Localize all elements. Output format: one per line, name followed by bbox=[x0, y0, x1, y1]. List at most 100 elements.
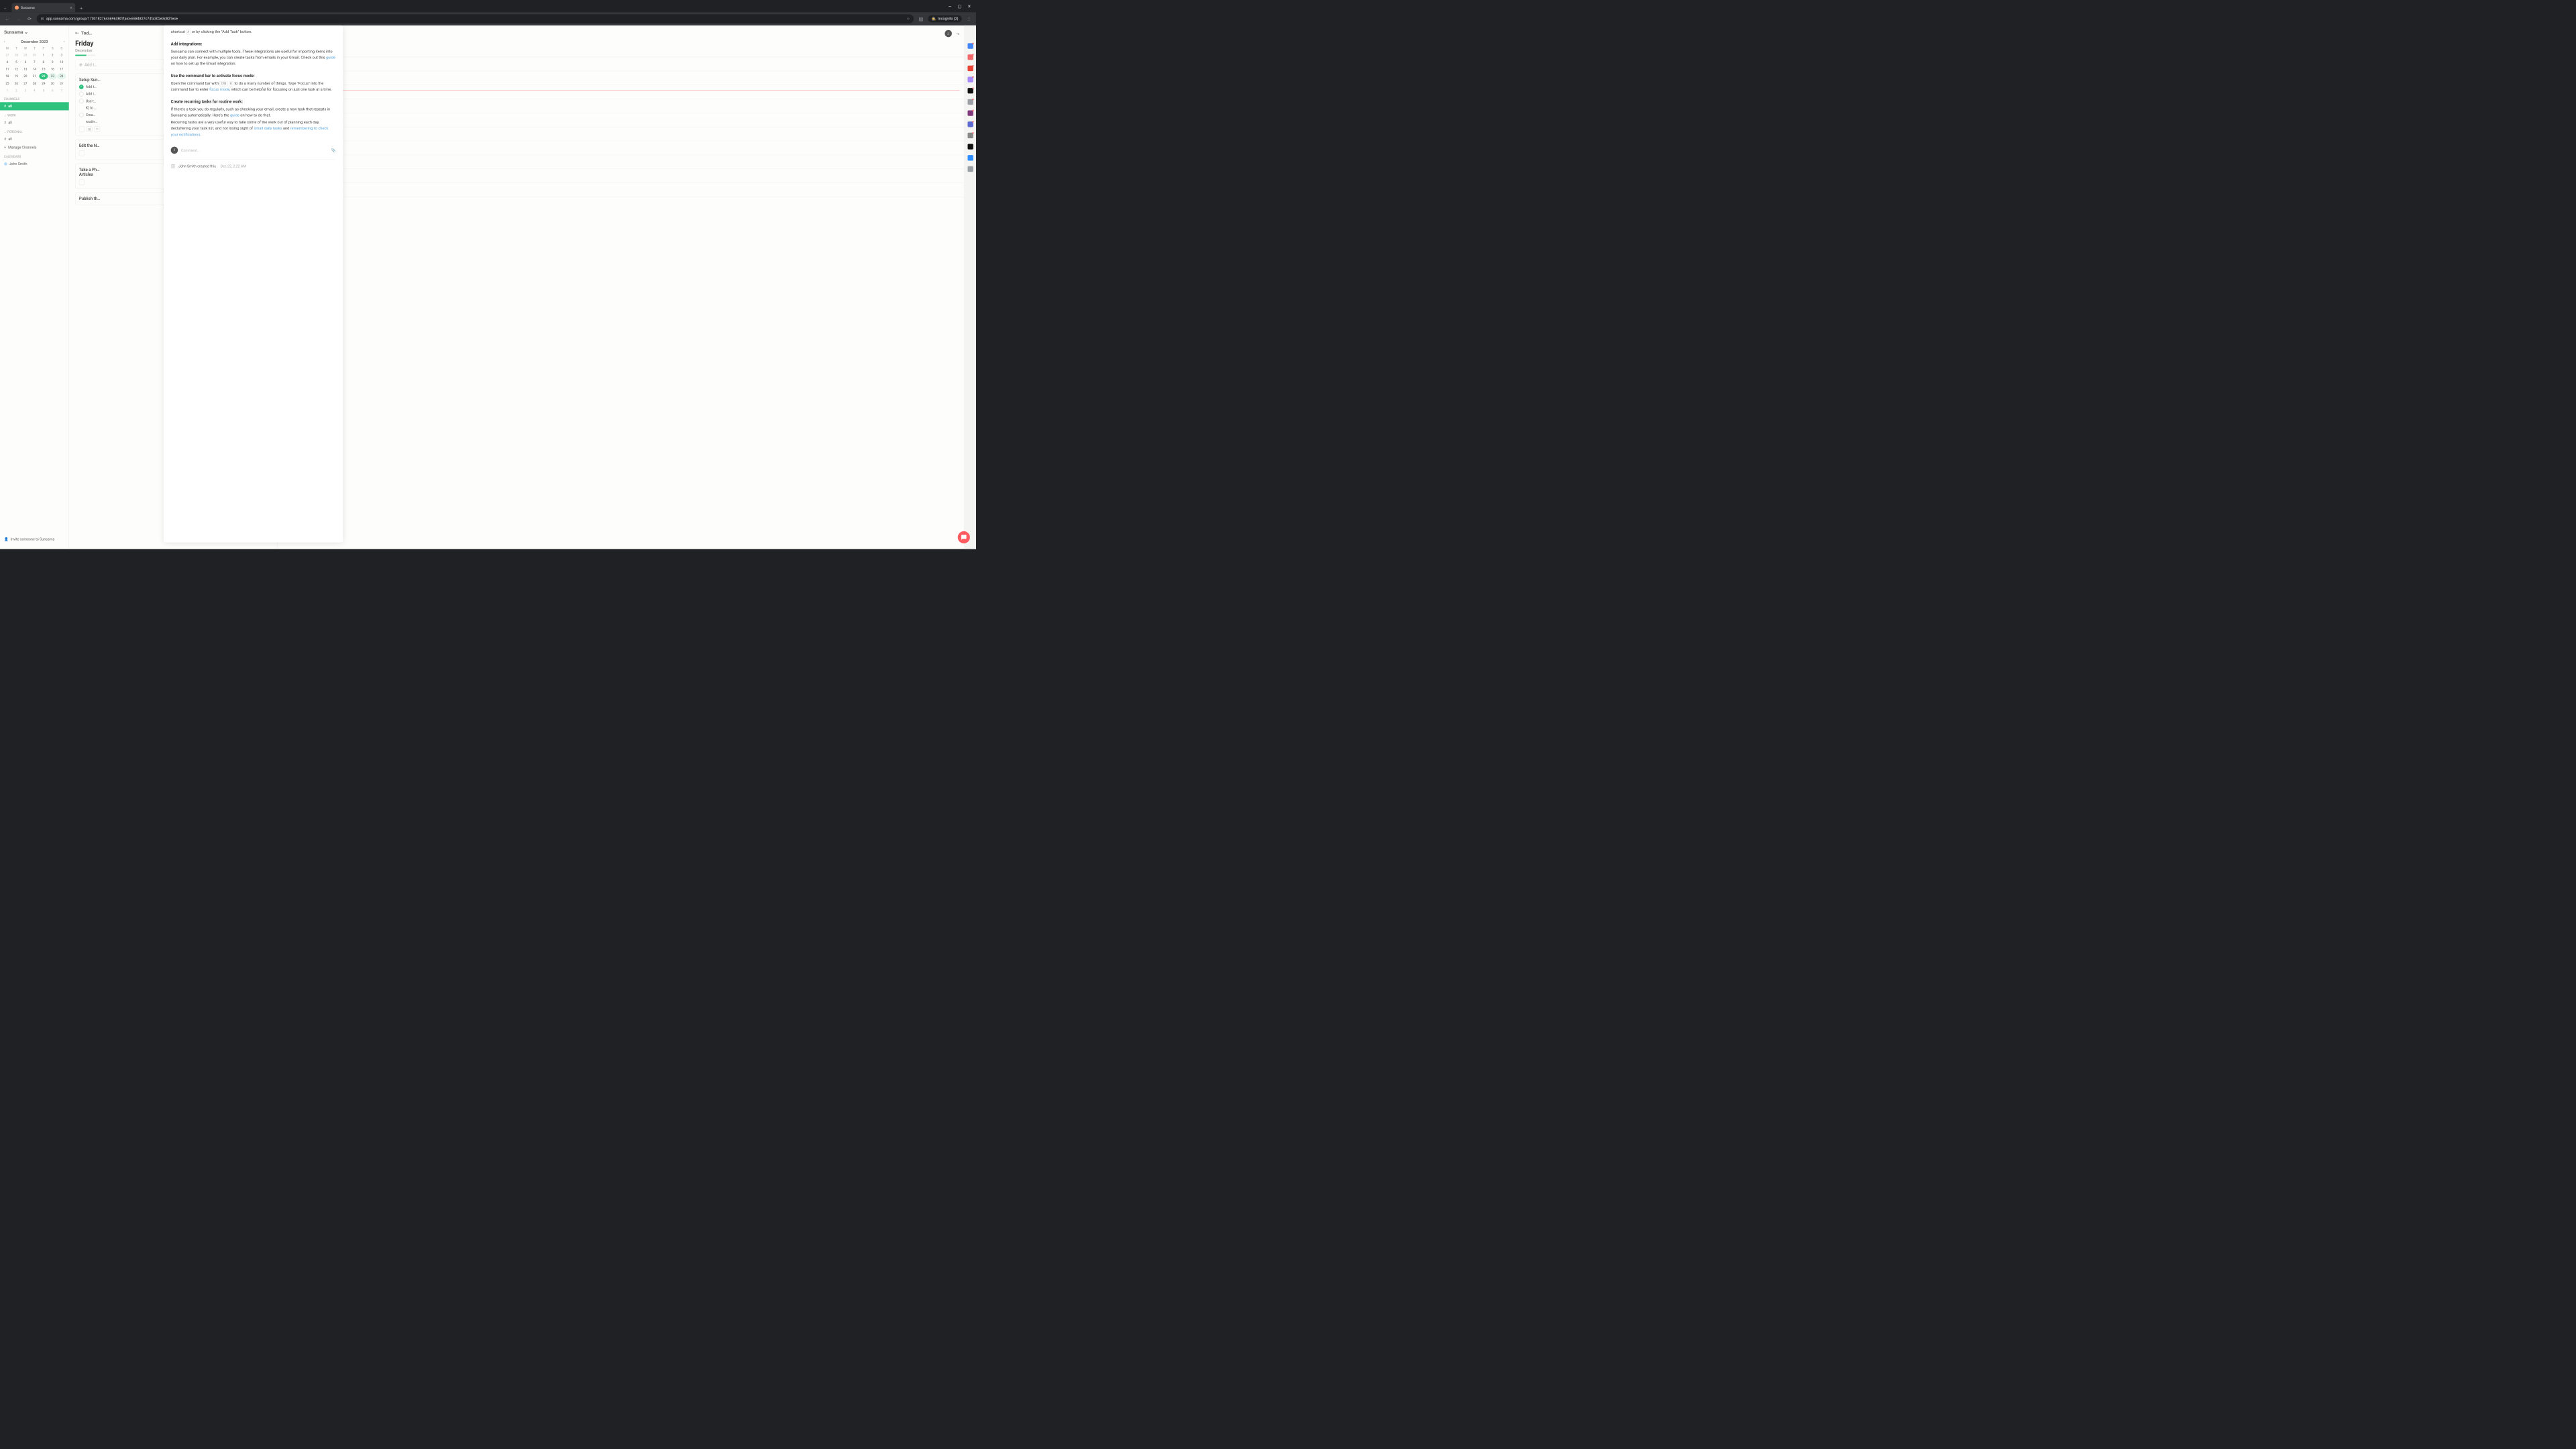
calendar-day[interactable]: 27 bbox=[21, 80, 30, 87]
zoom-integration-icon[interactable] bbox=[967, 155, 973, 160]
guide-link-gmail[interactable]: guide bbox=[326, 55, 335, 60]
reload-button[interactable]: ⟳ bbox=[25, 15, 34, 23]
comment-input[interactable]: Comment... bbox=[181, 147, 328, 153]
complete-toggle[interactable] bbox=[79, 126, 85, 131]
calendar-day[interactable]: 12 bbox=[12, 66, 21, 72]
linear-integration-icon[interactable] bbox=[967, 121, 973, 127]
focus-mode-link[interactable]: focus mode bbox=[209, 87, 229, 92]
calendar-john-smith[interactable]: John Smith bbox=[0, 160, 69, 168]
calendar-day[interactable]: 16 bbox=[48, 66, 57, 72]
subtask-checkbox[interactable] bbox=[79, 92, 84, 97]
reader-icon[interactable]: ▤ bbox=[917, 15, 925, 23]
channel-work-all[interactable]: #all bbox=[0, 119, 69, 127]
calendar-day[interactable]: 21 bbox=[30, 73, 39, 80]
calendar-day[interactable]: 29 bbox=[39, 80, 48, 87]
calendar-day[interactable]: 28 bbox=[12, 52, 21, 58]
channel-all[interactable]: #all bbox=[0, 102, 69, 110]
tab-search-dropdown[interactable]: ⌄ bbox=[0, 3, 10, 13]
calendar-day[interactable]: 2 bbox=[12, 87, 21, 94]
close-tab-icon[interactable]: × bbox=[70, 5, 72, 10]
small-daily-tasks-link[interactable]: small daily tasks bbox=[254, 126, 282, 131]
calendar-day[interactable]: 30 bbox=[30, 52, 39, 58]
calendar-day[interactable]: 10 bbox=[57, 59, 66, 66]
channel-personal-all[interactable]: #all bbox=[0, 136, 69, 144]
calendar-timeline[interactable]: 12 AM1 AM2 AM3 AM4 AM5 AM6 AM7 AM8 AM9 A… bbox=[278, 57, 964, 211]
calendar-day[interactable]: 22 bbox=[39, 73, 48, 80]
clock-integration-icon[interactable] bbox=[967, 76, 973, 82]
address-bar[interactable]: ⊟ app.sunsama.com/group/1703182764469638… bbox=[37, 14, 914, 23]
forward-button[interactable]: → bbox=[14, 15, 22, 23]
channel-chip-icon[interactable]: ⬭ bbox=[95, 126, 100, 131]
calendar-day[interactable]: 7 bbox=[30, 59, 39, 66]
calendar-day[interactable]: 14 bbox=[30, 66, 39, 72]
calendar-day[interactable]: 9 bbox=[48, 59, 57, 66]
bookmark-icon[interactable]: ☆ bbox=[906, 17, 910, 21]
github-integration-icon[interactable] bbox=[967, 144, 973, 149]
calendar-day[interactable]: 4 bbox=[3, 59, 12, 66]
calendar-day[interactable]: 26 bbox=[12, 80, 21, 87]
new-tab-button[interactable]: + bbox=[77, 4, 85, 12]
guide-link-recurring[interactable]: guide bbox=[230, 113, 239, 117]
schedule-icon[interactable]: ▦ bbox=[87, 126, 92, 131]
today-label[interactable]: Tod… bbox=[81, 30, 92, 36]
browser-tab[interactable]: Sunsama × bbox=[11, 3, 75, 13]
calendar-day[interactable]: 5 bbox=[39, 87, 48, 94]
calendar-day[interactable]: 3 bbox=[57, 52, 66, 58]
calendar-day[interactable]: 3 bbox=[21, 87, 30, 94]
calendar-day[interactable]: 30 bbox=[48, 80, 57, 87]
asana-integration-icon[interactable] bbox=[967, 54, 973, 60]
calendar-day[interactable]: 19 bbox=[12, 73, 21, 80]
calendar-day[interactable]: 4 bbox=[30, 87, 39, 94]
calendar-day[interactable]: 17 bbox=[57, 66, 66, 72]
calendar-day[interactable]: 1 bbox=[3, 87, 12, 94]
maximize-icon[interactable]: ▢ bbox=[957, 3, 961, 8]
next-month-button[interactable]: › bbox=[64, 40, 65, 44]
calendar-day[interactable]: 28 bbox=[30, 80, 39, 87]
personal-header[interactable]: ⌄PERSONAL bbox=[0, 127, 69, 136]
gcal-integration-icon[interactable] bbox=[967, 43, 973, 48]
calendar-day[interactable]: 15 bbox=[39, 66, 48, 72]
calendar-day[interactable]: 5 bbox=[12, 59, 21, 66]
calendar-day[interactable]: 7 bbox=[57, 87, 66, 94]
calendar-day[interactable]: 25 bbox=[3, 80, 12, 87]
calendar-day[interactable]: 11 bbox=[3, 66, 12, 72]
calendar-day[interactable]: 27 bbox=[3, 52, 12, 58]
database-integration-icon[interactable] bbox=[967, 99, 973, 105]
calendar-day[interactable]: 31 bbox=[57, 80, 66, 87]
subtask-checkbox[interactable] bbox=[79, 85, 84, 89]
intercom-fab[interactable] bbox=[958, 531, 970, 543]
calendar-day[interactable]: 24 bbox=[57, 73, 66, 80]
calendar-day[interactable]: 23 bbox=[48, 73, 57, 80]
calendar-day[interactable]: 29 bbox=[21, 52, 30, 58]
subtask-checkbox[interactable] bbox=[79, 99, 84, 103]
work-header[interactable]: ⌄WORK bbox=[0, 110, 69, 119]
gmail-integration-icon[interactable] bbox=[967, 66, 973, 71]
calendar-day[interactable]: 6 bbox=[48, 87, 57, 94]
site-info-icon[interactable]: ⊟ bbox=[41, 17, 44, 21]
calendar-day[interactable]: 13 bbox=[21, 66, 30, 72]
collapse-calendar-icon[interactable]: ⇥ bbox=[956, 31, 959, 36]
calendar-day[interactable]: 20 bbox=[21, 73, 30, 80]
prev-month-button[interactable]: ‹ bbox=[4, 40, 5, 44]
browser-menu-icon[interactable]: ⋮ bbox=[965, 15, 973, 23]
calendar-day[interactable]: 8 bbox=[39, 59, 48, 66]
attachment-icon[interactable]: 📎 bbox=[331, 147, 335, 153]
calendar-day[interactable]: 1 bbox=[39, 52, 48, 58]
user-avatar[interactable]: J bbox=[945, 30, 952, 38]
calendar-day[interactable]: 6 bbox=[21, 59, 30, 66]
close-window-icon[interactable]: ✕ bbox=[967, 3, 971, 8]
calendar-day[interactable]: 18 bbox=[3, 73, 12, 80]
onenote-integration-icon[interactable] bbox=[967, 110, 973, 115]
minimize-icon[interactable]: — bbox=[949, 3, 952, 8]
slack-integration-icon[interactable] bbox=[967, 166, 973, 172]
subtask-checkbox[interactable] bbox=[79, 113, 84, 117]
notion-integration-icon[interactable] bbox=[967, 88, 973, 93]
globe-integration-icon[interactable] bbox=[967, 133, 973, 138]
complete-toggle[interactable] bbox=[79, 180, 85, 185]
collapse-column-icon[interactable]: ⇤ bbox=[75, 30, 79, 36]
complete-toggle[interactable] bbox=[79, 150, 85, 156]
manage-channels[interactable]: +Manage Channels bbox=[0, 144, 69, 152]
workspace-switcher[interactable]: Sunsama⌄ bbox=[0, 30, 69, 38]
incognito-indicator[interactable]: 🕵 Incognito (2) bbox=[928, 15, 961, 23]
calendar-day[interactable]: 2 bbox=[48, 52, 57, 58]
